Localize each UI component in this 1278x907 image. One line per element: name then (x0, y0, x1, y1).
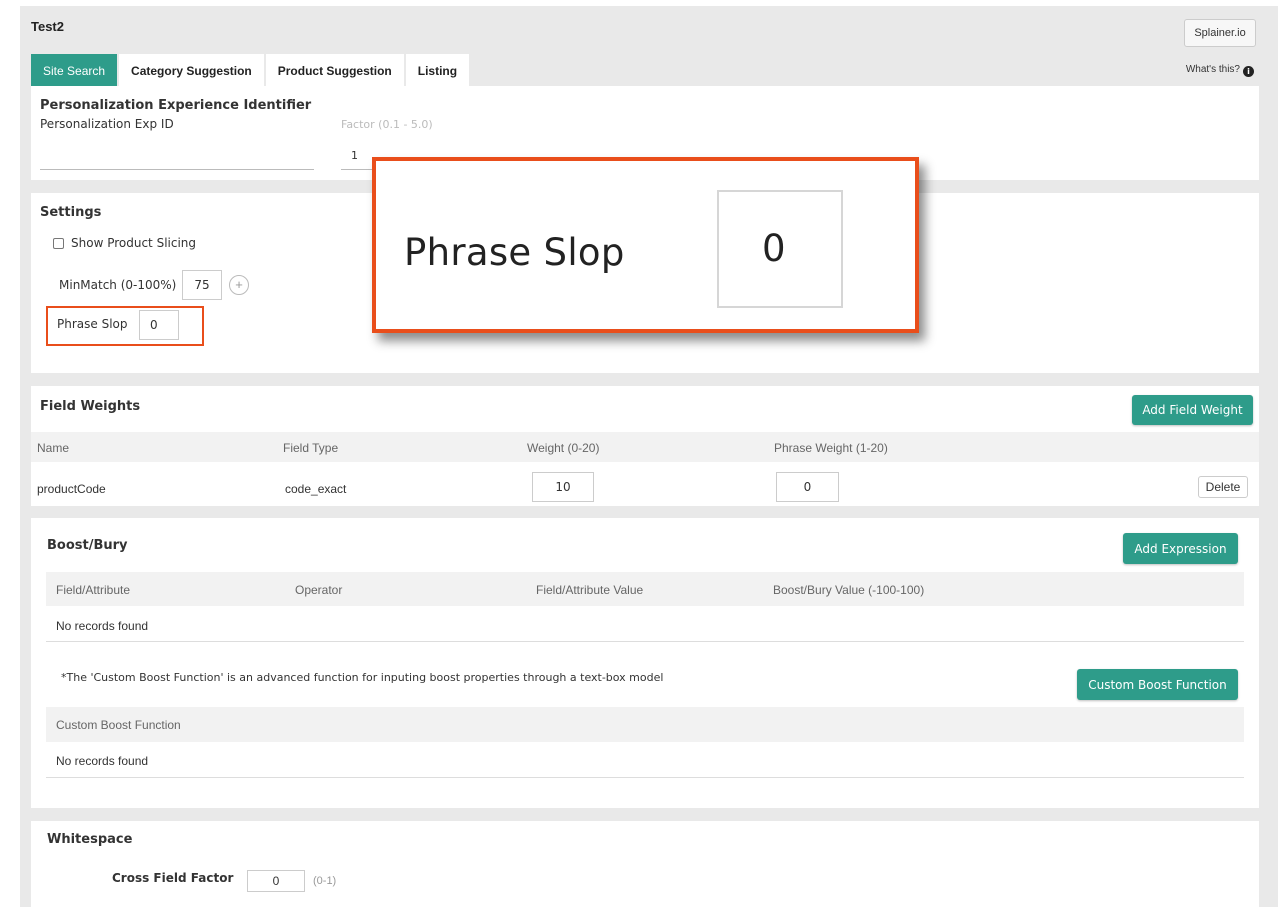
phrase-slop-highlight (46, 306, 204, 346)
divider (46, 777, 1244, 778)
cross-field-label: Cross Field Factor (112, 871, 234, 885)
exp-id-label: Personalization Exp ID (40, 117, 174, 131)
boost-bury-title: Boost/Bury (47, 538, 128, 553)
phrase-slop-zoom-callout: Phrase Slop 0 (372, 157, 919, 333)
column-phrase-weight: Phrase Weight (1-20) (774, 441, 888, 455)
exp-id-input[interactable] (40, 144, 314, 170)
add-field-weight-button[interactable]: Add Field Weight (1132, 395, 1253, 425)
tab-listing[interactable]: Listing (405, 54, 470, 86)
zoom-phrase-slop-label: Phrase Slop (404, 231, 625, 274)
field-type-cell: code_exact (285, 482, 347, 496)
settings-title: Settings (40, 205, 102, 220)
info-icon: i (1243, 66, 1254, 77)
whitespace-panel: Whitespace Cross Field Factor 0 (0-1) (31, 821, 1259, 907)
column-custom-boost-function: Custom Boost Function (56, 718, 181, 732)
whats-this-link[interactable]: What's this? i (1186, 64, 1254, 77)
phrase-weight-input[interactable]: 0 (776, 472, 839, 502)
field-weights-panel: Field Weights Add Field Weight Name Fiel… (31, 386, 1259, 506)
delete-button[interactable]: Delete (1198, 476, 1248, 498)
column-boost-bury-value: Boost/Bury Value (-100-100) (773, 583, 925, 597)
whitespace-title: Whitespace (47, 832, 133, 847)
zoom-phrase-slop-input: 0 (717, 190, 843, 308)
splainer-button[interactable]: Splainer.io (1184, 19, 1256, 47)
field-weights-title: Field Weights (40, 399, 141, 414)
boost-bury-header: Field/Attribute Operator Field/Attribute… (46, 572, 1244, 606)
minmatch-input[interactable]: 75 (182, 270, 222, 300)
column-operator: Operator (295, 583, 343, 597)
custom-boost-header: Custom Boost Function (46, 707, 1244, 742)
column-field-type: Field Type (283, 441, 339, 455)
divider (46, 641, 1244, 642)
add-minmatch-icon[interactable]: + (229, 275, 249, 295)
column-field-attribute: Field/Attribute (56, 583, 131, 597)
show-slicing-label: Show Product Slicing (71, 236, 197, 250)
tab-site-search[interactable]: Site Search (31, 54, 118, 86)
tab-category-suggestion[interactable]: Category Suggestion (119, 54, 264, 86)
weight-input[interactable]: 10 (532, 472, 594, 502)
field-weights-header: Name Field Type Weight (0-20) Phrase Wei… (31, 432, 1259, 462)
cross-field-input[interactable]: 0 (247, 870, 305, 892)
custom-boost-empty-text: No records found (56, 754, 149, 768)
column-weight: Weight (0-20) (527, 441, 600, 455)
add-expression-button[interactable]: Add Expression (1123, 533, 1238, 564)
column-name: Name (37, 441, 70, 455)
boost-empty-text: No records found (56, 619, 149, 633)
page-title: Test2 (31, 19, 64, 34)
minmatch-label: MinMatch (0-100%) (59, 278, 177, 292)
field-name-cell: productCode (37, 482, 106, 496)
factor-label: Factor (0.1 - 5.0) (341, 118, 433, 131)
boost-bury-panel: Boost/Bury Add Expression Field/Attribut… (31, 518, 1259, 808)
show-slicing-checkbox[interactable] (53, 238, 64, 249)
cross-field-range: (0-1) (313, 875, 337, 887)
whats-this-label: What's this? (1185, 64, 1240, 75)
column-field-attribute-value: Field/Attribute Value (536, 583, 644, 597)
personalization-title: Personalization Experience Identifier (40, 98, 312, 113)
tab-product-suggestion[interactable]: Product Suggestion (265, 54, 404, 86)
custom-boost-note: *The 'Custom Boost Function' is an advan… (61, 671, 664, 684)
custom-boost-function-button[interactable]: Custom Boost Function (1077, 669, 1238, 700)
tab-bar: Site Search Category Suggestion Product … (31, 54, 471, 86)
